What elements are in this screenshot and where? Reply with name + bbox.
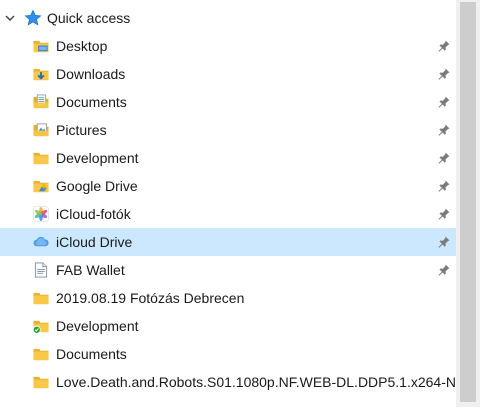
folder-icon bbox=[33, 152, 49, 165]
nav-item-label: Downloads bbox=[56, 66, 126, 82]
pin-icon[interactable] bbox=[437, 235, 451, 249]
pin-icon[interactable] bbox=[437, 207, 451, 221]
nav-item-label: Development bbox=[56, 318, 139, 334]
nav-item-documents[interactable]: Documents bbox=[0, 88, 456, 116]
icloud-photos-icon bbox=[33, 206, 49, 222]
documents-folder-icon bbox=[33, 94, 49, 109]
folder-icon bbox=[33, 376, 49, 389]
nav-item-pictures[interactable]: Pictures bbox=[0, 116, 456, 144]
nav-item-google-drive[interactable]: Google Drive bbox=[0, 172, 456, 200]
nav-item-label: Google Drive bbox=[56, 178, 138, 194]
vertical-scrollbar[interactable] bbox=[456, 0, 480, 407]
pin-icon[interactable] bbox=[437, 95, 451, 109]
folder-icon bbox=[33, 292, 49, 305]
nav-item-2019-08-19-fot-z-s-debrecen[interactable]: 2019.08.19 Fotózás Debrecen bbox=[0, 284, 456, 312]
nav-item-label: Documents bbox=[56, 94, 127, 110]
scrollbar-thumb[interactable] bbox=[460, 2, 476, 402]
nav-item-label: Pictures bbox=[56, 122, 107, 138]
nav-item-development[interactable]: Development bbox=[0, 312, 456, 340]
nav-item-label: Desktop bbox=[56, 38, 108, 54]
nav-item-label: Love.Death.and.Robots.S01.1080p.NF.WEB-D… bbox=[56, 374, 476, 390]
nav-item-label: 2019.08.19 Fotózás Debrecen bbox=[56, 290, 245, 306]
quick-access-header[interactable]: Quick access bbox=[0, 4, 456, 32]
pin-icon[interactable] bbox=[437, 39, 451, 53]
nav-item-fab-wallet[interactable]: FAB Wallet bbox=[0, 256, 456, 284]
nav-item-development[interactable]: Development bbox=[0, 144, 456, 172]
navigation-pane: Quick access Desktop Downloads Documents… bbox=[0, 0, 475, 407]
synced-folder-icon bbox=[32, 320, 49, 334]
pin-icon[interactable] bbox=[437, 67, 451, 81]
chevron-down-icon[interactable] bbox=[5, 13, 15, 23]
star-icon bbox=[24, 9, 42, 26]
nav-item-icloud-fot-k[interactable]: iCloud-fotók bbox=[0, 200, 456, 228]
nav-item-label: iCloud-fotók bbox=[56, 206, 131, 222]
pin-icon[interactable] bbox=[437, 179, 451, 193]
pin-icon[interactable] bbox=[437, 263, 451, 277]
nav-item-label: Documents bbox=[56, 346, 127, 362]
pin-icon[interactable] bbox=[437, 123, 451, 137]
nav-item-label: Development bbox=[56, 150, 139, 166]
nav-item-downloads[interactable]: Downloads bbox=[0, 60, 456, 88]
pin-icon[interactable] bbox=[437, 151, 451, 165]
nav-item-love-death-and-robots-s01-1080p-nf-web-dl-ddp5-1-x264-ntg[interactable]: Love.Death.and.Robots.S01.1080p.NF.WEB-D… bbox=[0, 368, 475, 396]
nav-item-label: iCloud Drive bbox=[56, 234, 133, 250]
nav-item-icloud-drive[interactable]: iCloud Drive bbox=[0, 228, 456, 256]
quick-access-label: Quick access bbox=[47, 10, 131, 26]
nav-item-documents[interactable]: Documents bbox=[0, 340, 456, 368]
nav-item-label: FAB Wallet bbox=[56, 262, 125, 278]
icloud-drive-icon bbox=[33, 236, 49, 247]
folder-icon bbox=[33, 348, 49, 361]
wallet-file-icon bbox=[34, 262, 48, 278]
downloads-folder-icon bbox=[33, 68, 49, 81]
desktop-folder-icon bbox=[33, 40, 49, 53]
nav-item-desktop[interactable]: Desktop bbox=[0, 32, 456, 60]
google-drive-folder-icon bbox=[33, 180, 49, 193]
pictures-folder-icon bbox=[33, 123, 49, 137]
